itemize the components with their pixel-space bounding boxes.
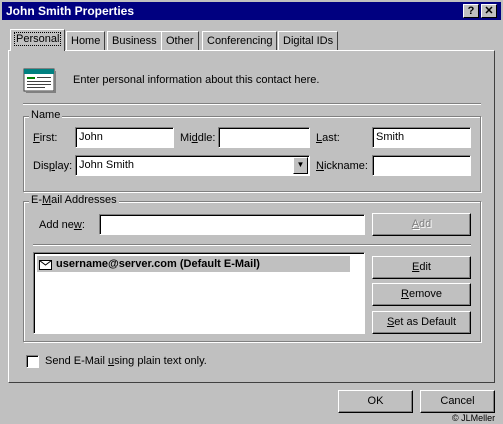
help-button[interactable]: ? <box>463 4 479 18</box>
list-item[interactable]: username@server.com (Default E-Mail) <box>37 256 350 272</box>
properties-dialog: John Smith Properties ? ✕ Personal Home … <box>0 0 503 424</box>
tab-business[interactable]: Business <box>107 31 162 51</box>
remove-button[interactable]: Remove <box>372 283 471 306</box>
cancel-button[interactable]: Cancel <box>420 390 495 413</box>
middle-name-input[interactable] <box>218 127 310 148</box>
edit-button[interactable]: Edit <box>372 256 471 279</box>
tab-conferencing[interactable]: Conferencing <box>202 31 278 51</box>
name-group-label: Name <box>29 109 63 121</box>
chevron-down-icon[interactable]: ▼ <box>293 157 308 174</box>
close-icon: ✕ <box>484 5 494 17</box>
contact-card-icon <box>23 68 57 94</box>
display-label: Display: <box>33 160 73 172</box>
envelope-icon <box>39 259 52 270</box>
tab-other[interactable]: Other <box>161 31 199 51</box>
add-button[interactable]: Add <box>372 213 471 236</box>
nickname-input[interactable] <box>372 155 471 176</box>
help-icon: ? <box>467 5 475 17</box>
first-name-input[interactable]: John <box>75 127 174 148</box>
intro-text: Enter personal information about this co… <box>73 74 320 86</box>
tab-personal[interactable]: Personal <box>10 29 66 51</box>
middle-label: Middle: <box>180 132 216 144</box>
close-button[interactable]: ✕ <box>481 4 497 18</box>
display-name-value: John Smith <box>79 159 135 171</box>
email-separator <box>33 244 471 246</box>
last-label: Last: <box>316 132 340 144</box>
set-as-default-button[interactable]: Set as Default <box>372 311 471 334</box>
last-name-input[interactable]: Smith <box>372 127 471 148</box>
ok-button[interactable]: OK <box>338 390 413 413</box>
email-address-list[interactable]: username@server.com (Default E-Mail) <box>33 252 365 334</box>
nickname-label: Nickname: <box>316 160 368 172</box>
add-new-label: Add new: <box>39 219 85 231</box>
display-name-select[interactable]: John Smith ▼ <box>75 155 310 176</box>
tab-digital-ids[interactable]: Digital IDs <box>278 31 339 51</box>
email-group-label: E-Mail Addresses <box>29 194 119 206</box>
window-title: John Smith Properties <box>6 4 135 18</box>
first-label: First: <box>33 132 58 144</box>
plain-text-checkbox[interactable] <box>26 355 39 368</box>
tab-panel-personal: Enter personal information about this co… <box>8 50 495 383</box>
email-address-text: username@server.com (Default E-Mail) <box>56 258 260 270</box>
separator <box>23 103 481 105</box>
add-new-email-input[interactable] <box>99 214 365 235</box>
credit-text: © JLMeller <box>452 413 496 423</box>
plain-text-label[interactable]: Send E-Mail using plain text only. <box>45 355 207 367</box>
tab-home[interactable]: Home <box>66 31 106 51</box>
title-bar[interactable]: John Smith Properties ? ✕ <box>2 2 501 20</box>
